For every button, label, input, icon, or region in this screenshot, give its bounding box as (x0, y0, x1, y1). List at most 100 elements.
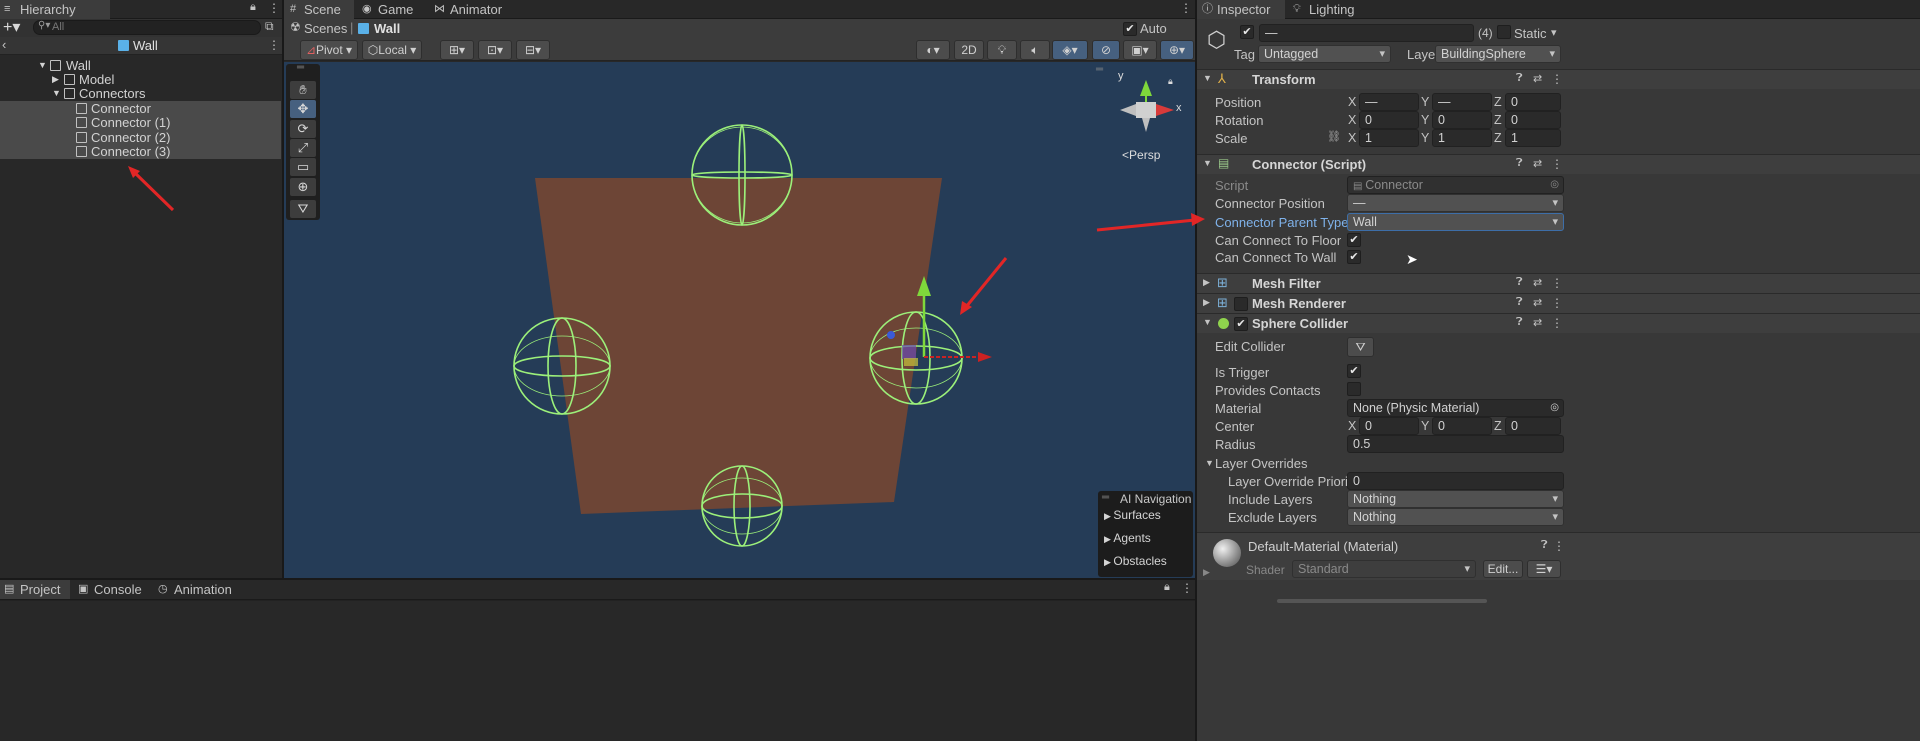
connector-position-dropdown[interactable]: — (1347, 194, 1564, 212)
preset-icon[interactable]: ⇄ (1533, 157, 1542, 170)
inspector-scrollbar[interactable] (1277, 599, 1487, 603)
layer-dropdown[interactable]: BuildingSphere (1435, 45, 1561, 63)
rotation-x-field[interactable]: 0 (1359, 111, 1419, 129)
more-options-icon[interactable]: ⋮ (1180, 1, 1192, 15)
help-icon[interactable]: ❓︎ (1516, 157, 1523, 170)
include-layers-dropdown[interactable]: Nothing (1347, 490, 1564, 508)
is-trigger-checkbox[interactable]: ✔ (1347, 364, 1361, 378)
grid-snap-button[interactable]: ⊞▾ (440, 40, 474, 60)
hidden-objects-button[interactable]: ⊘ (1092, 40, 1120, 60)
edit-collider-tool-button[interactable]: ⛛ (290, 200, 316, 218)
can-connect-floor-checkbox[interactable]: ✔ (1347, 233, 1361, 247)
exclude-layers-dropdown[interactable]: Nothing (1347, 508, 1564, 526)
move-tool-button[interactable]: ✥ (290, 100, 316, 118)
center-z-field[interactable]: 0 (1505, 417, 1561, 435)
link-icon[interactable]: ⛓︎ (1327, 130, 1341, 143)
connector-script-header[interactable]: ▼ ▤ Connector (Script) ❓︎ ⇄ ⋮ (1197, 154, 1920, 174)
position-x-field[interactable]: — (1359, 93, 1419, 111)
expand-arrow-icon[interactable]: ▼ (1203, 158, 1212, 168)
effects-button[interactable]: ◈▾ (1052, 40, 1088, 60)
gizmos-button[interactable]: ⊕▾ (1160, 40, 1194, 60)
tab-project[interactable]: ▤ Project (0, 580, 70, 599)
expand-arrow-icon[interactable]: ▶ (1203, 297, 1210, 308)
sphere-collider-checkbox[interactable]: ✔ (1234, 317, 1248, 331)
tab-scene[interactable]: # Scene (284, 0, 354, 19)
can-connect-wall-checkbox[interactable]: ✔ (1347, 250, 1361, 264)
active-checkbox[interactable]: ✔ (1240, 25, 1254, 39)
mesh-filter-header[interactable]: ▶ ⊞ Mesh Filter ❓︎ ⇄ ⋮ (1197, 273, 1920, 293)
lock-icon[interactable]: 🔒︎ (1164, 581, 1170, 594)
more-options-icon[interactable]: ⋮ (1551, 316, 1563, 330)
more-options-icon[interactable]: ⋮ (1551, 296, 1563, 310)
rotation-z-field[interactable]: 0 (1505, 111, 1561, 129)
more-options-icon[interactable]: ⋮ (1551, 72, 1563, 86)
tag-dropdown[interactable]: Untagged (1258, 45, 1391, 63)
expand-arrow-icon[interactable]: ▼ (1203, 73, 1212, 83)
layer-override-priority-field[interactable]: 0 (1347, 472, 1564, 490)
scale-tool-button[interactable]: ⤢ (290, 139, 316, 157)
help-icon[interactable]: ❓︎ (1516, 316, 1523, 329)
lock-icon[interactable]: 🔒︎ (1168, 76, 1173, 87)
target-icon[interactable]: ◎ (1550, 400, 1559, 416)
preset-icon[interactable]: ⇄ (1533, 316, 1542, 329)
help-icon[interactable]: ❓︎ (1541, 539, 1548, 552)
expand-arrow-icon[interactable]: ▶ (1203, 567, 1210, 578)
center-x-field[interactable]: 0 (1359, 417, 1419, 435)
tab-inspector[interactable]: ⓘ Inspector (1197, 0, 1285, 19)
shader-edit-button[interactable]: Edit... (1483, 560, 1523, 578)
shading-mode-button[interactable]: ◐▾ (916, 40, 950, 60)
shader-dropdown[interactable]: Standard (1292, 560, 1476, 578)
help-icon[interactable]: ❓︎ (1516, 276, 1523, 289)
material-field[interactable]: None (Physic Material) ◎ (1347, 399, 1564, 417)
preset-icon[interactable]: ⇄ (1533, 296, 1542, 309)
toggle-2d-button[interactable]: 2D (954, 40, 984, 60)
orientation-gizmo[interactable] (1120, 80, 1174, 132)
breadcrumb-scenes[interactable]: Scenes (304, 21, 347, 36)
auto-save-checkbox[interactable]: ✔ (1123, 22, 1137, 36)
sphere-collider-header[interactable]: ▼ ✔ Sphere Collider ❓︎ ⇄ ⋮ (1197, 313, 1920, 333)
pivot-dropdown[interactable]: ⊿Pivot ▾ (300, 40, 358, 60)
grid-plane-button[interactable]: ⊟▾ (516, 40, 550, 60)
more-options-icon[interactable]: ⋮ (1551, 276, 1563, 290)
tab-console[interactable]: ▣ Console (74, 580, 150, 599)
expand-arrow-icon[interactable]: ▶ (1203, 277, 1210, 288)
local-dropdown[interactable]: ⬡Local ▾ (362, 40, 422, 60)
provides-contacts-checkbox[interactable] (1347, 382, 1361, 396)
edit-collider-button[interactable]: ⛛ (1347, 337, 1374, 357)
hand-tool-button[interactable]: ✋︎ (290, 81, 316, 99)
expand-arrow-icon[interactable]: ▼ (1203, 317, 1212, 327)
preset-icon[interactable]: ⇄ (1533, 72, 1542, 85)
scene-viewport[interactable]: y x 🔒︎ ═ <Persp ═ ✋︎ ✥ ⟳ ⤢ ▭ ⊕ ⛛ ═ AI Na… (284, 62, 1195, 578)
rect-tool-button[interactable]: ▭ (290, 158, 316, 176)
tab-animator[interactable]: ⋈ Animator (430, 0, 520, 19)
scale-z-field[interactable]: 1 (1505, 129, 1561, 147)
scale-x-field[interactable]: 1 (1359, 129, 1419, 147)
snap-increment-button[interactable]: ⊡▾ (478, 40, 512, 60)
expand-arrow-icon[interactable]: ▼ (1205, 458, 1214, 468)
position-y-field[interactable]: — (1432, 93, 1492, 111)
layer-overrides-label[interactable]: Layer Overrides (1215, 456, 1307, 471)
camera-button[interactable]: ▣▾ (1123, 40, 1157, 60)
ai-nav-agents[interactable]: ▶ Agents (1104, 531, 1151, 545)
position-z-field[interactable]: 0 (1505, 93, 1561, 111)
mesh-renderer-header[interactable]: ▶ ⊞ Mesh Renderer ❓︎ ⇄ ⋮ (1197, 293, 1920, 313)
audio-toggle-button[interactable]: 🔈︎ (1020, 40, 1050, 60)
wall-mesh[interactable] (535, 178, 942, 514)
shader-options-button[interactable]: ☰▾ (1527, 560, 1561, 578)
center-y-field[interactable]: 0 (1432, 417, 1492, 435)
rotate-tool-button[interactable]: ⟳ (290, 120, 316, 138)
breadcrumb-wall[interactable]: Wall (374, 21, 400, 36)
tab-game[interactable]: ◉ Game (358, 0, 426, 19)
transform-header[interactable]: ▼ ⅄ Transform ❓︎ ⇄ ⋮ (1197, 69, 1920, 89)
ai-nav-surfaces[interactable]: ▶ Surfaces (1104, 508, 1161, 522)
static-dropdown-icon[interactable]: ▾ (1551, 26, 1557, 39)
persp-label[interactable]: <Persp (1122, 148, 1160, 162)
preset-icon[interactable]: ⇄ (1533, 276, 1542, 289)
rotation-y-field[interactable]: 0 (1432, 111, 1492, 129)
ai-nav-obstacles[interactable]: ▶ Obstacles (1104, 554, 1167, 568)
transform-tool-button[interactable]: ⊕ (290, 178, 316, 196)
help-icon[interactable]: ❓︎ (1516, 72, 1523, 85)
tab-animation[interactable]: ◷ Animation (154, 580, 244, 599)
more-options-icon[interactable]: ⋮ (1553, 539, 1565, 553)
lighting-toggle-button[interactable]: 💡︎ (987, 40, 1017, 60)
